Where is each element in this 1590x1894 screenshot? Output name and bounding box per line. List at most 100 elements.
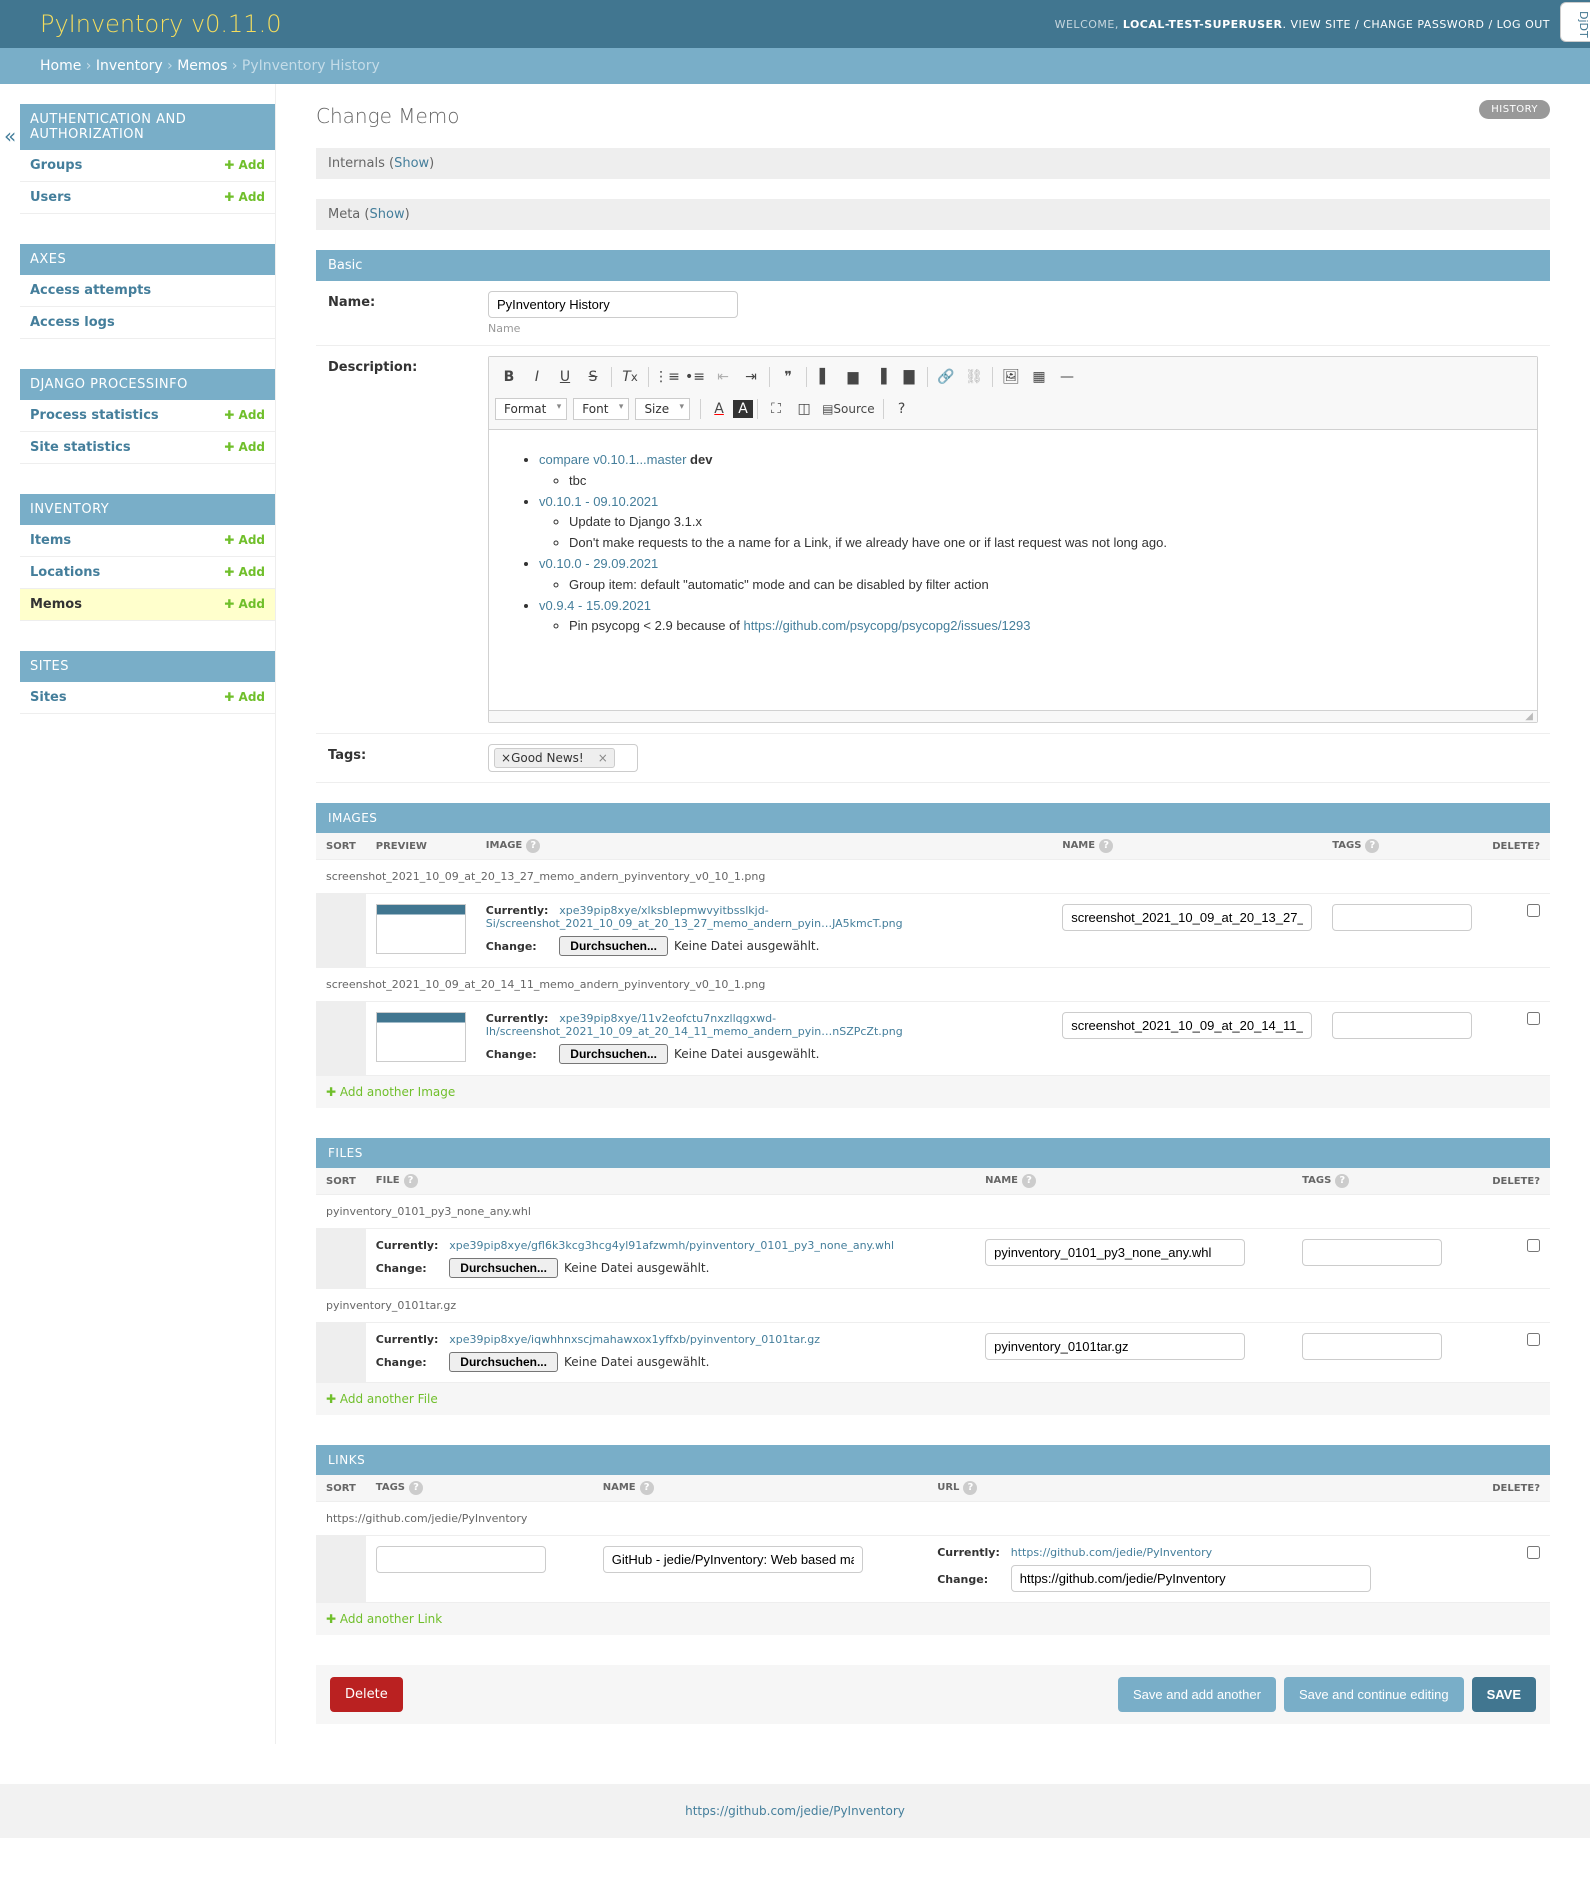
sidebar-item-users[interactable]: Users bbox=[30, 190, 71, 205]
logout-link[interactable]: LOG OUT bbox=[1497, 18, 1550, 31]
underline-icon[interactable]: U bbox=[551, 363, 579, 391]
file-name-field[interactable] bbox=[985, 1333, 1245, 1360]
v094-link[interactable]: v0.9.4 - 15.09.2021 bbox=[539, 598, 651, 613]
sort-handle-icon[interactable] bbox=[316, 1002, 366, 1076]
sidebar-item-access-logs[interactable]: Access logs bbox=[30, 315, 115, 330]
image-tags-field[interactable] bbox=[1332, 904, 1472, 931]
sidebar-item-locations[interactable]: Locations bbox=[30, 565, 100, 580]
help-icon[interactable]: ? bbox=[404, 1174, 418, 1188]
psycopg-issue-link[interactable]: https://github.com/psycopg/psycopg2/issu… bbox=[744, 618, 1031, 633]
link-icon[interactable]: 🔗 bbox=[932, 363, 960, 391]
align-left-icon[interactable]: ▌ bbox=[811, 363, 839, 391]
v0100-link[interactable]: v0.10.0 - 29.09.2021 bbox=[539, 556, 658, 571]
save-add-button[interactable] bbox=[1118, 1677, 1276, 1712]
v0101-link[interactable]: v0.10.1 - 09.10.2021 bbox=[539, 494, 658, 509]
link-name-field[interactable] bbox=[603, 1546, 863, 1573]
bold-icon[interactable]: B bbox=[495, 363, 523, 391]
image-name-field[interactable] bbox=[1062, 904, 1312, 931]
add-users[interactable]: Add bbox=[224, 190, 265, 204]
add-locations[interactable]: Add bbox=[224, 565, 265, 579]
justify-icon[interactable]: ▇ bbox=[895, 363, 923, 391]
help-icon[interactable]: ? bbox=[1099, 839, 1113, 853]
sidebar-item-memos[interactable]: Memos bbox=[30, 597, 82, 612]
add-groups[interactable]: Add bbox=[224, 158, 265, 172]
source-button[interactable]: ▤ Source bbox=[818, 395, 879, 423]
compare-link[interactable]: compare v0.10.1...master bbox=[539, 452, 686, 467]
add-process-stats[interactable]: Add bbox=[224, 408, 265, 422]
browse-button[interactable]: Durchsuchen... bbox=[559, 1044, 668, 1064]
delete-button[interactable]: Delete bbox=[330, 1677, 403, 1712]
align-center-icon[interactable]: ▆ bbox=[839, 363, 867, 391]
strike-icon[interactable]: S bbox=[579, 363, 607, 391]
align-right-icon[interactable]: ▐ bbox=[867, 363, 895, 391]
file-tags-field[interactable] bbox=[1302, 1239, 1442, 1266]
file-tags-field[interactable] bbox=[1302, 1333, 1442, 1360]
font-combo[interactable]: Font bbox=[573, 398, 629, 420]
hr-icon[interactable]: — bbox=[1053, 363, 1081, 391]
remove-format-icon[interactable]: Tx bbox=[616, 363, 644, 391]
ckeditor-content[interactable]: compare v0.10.1...master dev tbc v0.10.1… bbox=[489, 430, 1537, 710]
footer-link[interactable]: https://github.com/jedie/PyInventory bbox=[685, 1804, 905, 1818]
italic-icon[interactable]: I bbox=[523, 363, 551, 391]
sidebar-item-process-stats[interactable]: Process statistics bbox=[30, 408, 159, 423]
bulleted-list-icon[interactable]: •≡ bbox=[681, 363, 709, 391]
toggle-nav-icon[interactable]: « bbox=[0, 120, 20, 152]
breadcrumb-inventory[interactable]: Inventory bbox=[96, 58, 163, 74]
sidebar-item-site-stats[interactable]: Site statistics bbox=[30, 440, 131, 455]
unlink-icon[interactable]: ⛓ bbox=[960, 363, 988, 391]
add-image-link[interactable]: Add another Image bbox=[326, 1085, 455, 1099]
help-icon[interactable]: ? bbox=[1335, 1174, 1349, 1188]
save-continue-button[interactable] bbox=[1284, 1677, 1464, 1712]
image-name-field[interactable] bbox=[1062, 1012, 1312, 1039]
file-current-link[interactable]: xpe39pip8xye/iqwhhnxscjmahawxox1yffxb/py… bbox=[449, 1333, 820, 1346]
format-combo[interactable]: Format bbox=[495, 398, 567, 420]
history-button[interactable]: HISTORY bbox=[1479, 100, 1550, 119]
blockquote-icon[interactable]: ❞ bbox=[774, 363, 802, 391]
sort-handle-icon[interactable] bbox=[316, 1229, 366, 1289]
help-icon[interactable]: ? bbox=[640, 1481, 654, 1495]
browse-button[interactable]: Durchsuchen... bbox=[449, 1352, 558, 1372]
sidebar-item-access-attempts[interactable]: Access attempts bbox=[30, 283, 151, 298]
sidebar-item-items[interactable]: Items bbox=[30, 533, 71, 548]
browse-button[interactable]: Durchsuchen... bbox=[559, 936, 668, 956]
ckeditor-resizer[interactable]: ◢ bbox=[489, 710, 1537, 722]
sidebar-item-sites[interactable]: Sites bbox=[30, 690, 67, 705]
add-memos[interactable]: Add bbox=[224, 597, 265, 611]
image-tags-field[interactable] bbox=[1332, 1012, 1472, 1039]
sort-handle-icon[interactable] bbox=[316, 894, 366, 968]
maximize-icon[interactable]: ⛶ bbox=[762, 395, 790, 423]
add-site-stats[interactable]: Add bbox=[224, 440, 265, 454]
sort-handle-icon[interactable] bbox=[316, 1323, 366, 1383]
tag-remove-icon[interactable]: × bbox=[584, 751, 608, 765]
help-icon[interactable]: ? bbox=[409, 1481, 423, 1495]
add-sites[interactable]: Add bbox=[224, 690, 265, 704]
show-blocks-icon[interactable]: ◫ bbox=[790, 395, 818, 423]
breadcrumb-memos[interactable]: Memos bbox=[177, 58, 227, 74]
delete-checkbox[interactable] bbox=[1527, 1546, 1540, 1559]
breadcrumb-home[interactable]: Home bbox=[40, 58, 81, 74]
add-items[interactable]: Add bbox=[224, 533, 265, 547]
internals-show-link[interactable]: Show bbox=[394, 156, 429, 171]
help-icon[interactable]: ? bbox=[1022, 1174, 1036, 1188]
text-color-icon[interactable]: A bbox=[705, 395, 733, 423]
size-combo[interactable]: Size bbox=[635, 398, 690, 420]
help-icon[interactable]: ? bbox=[963, 1481, 977, 1495]
link-url-field[interactable] bbox=[1011, 1565, 1371, 1592]
sidebar-item-groups[interactable]: Groups bbox=[30, 158, 82, 173]
delete-checkbox[interactable] bbox=[1527, 1333, 1540, 1346]
table-icon[interactable]: ▦ bbox=[1025, 363, 1053, 391]
delete-checkbox[interactable] bbox=[1527, 904, 1540, 917]
name-field[interactable] bbox=[488, 291, 738, 318]
file-name-field[interactable] bbox=[985, 1239, 1245, 1266]
save-button[interactable] bbox=[1472, 1677, 1536, 1712]
sort-handle-icon[interactable] bbox=[316, 1536, 366, 1603]
file-current-link[interactable]: xpe39pip8xye/gfl6k3kcg3hcg4yl91afzwmh/py… bbox=[449, 1239, 894, 1252]
browse-button[interactable]: Durchsuchen... bbox=[449, 1258, 558, 1278]
help-icon[interactable]: ? bbox=[1365, 839, 1379, 853]
view-site-link[interactable]: VIEW SITE bbox=[1291, 18, 1352, 31]
help-icon[interactable]: ? bbox=[888, 395, 916, 423]
add-link-link[interactable]: Add another Link bbox=[326, 1612, 442, 1626]
add-file-link[interactable]: Add another File bbox=[326, 1392, 438, 1406]
delete-checkbox[interactable] bbox=[1527, 1012, 1540, 1025]
django-debug-toolbar-tab[interactable]: DjDT bbox=[1560, 2, 1590, 42]
